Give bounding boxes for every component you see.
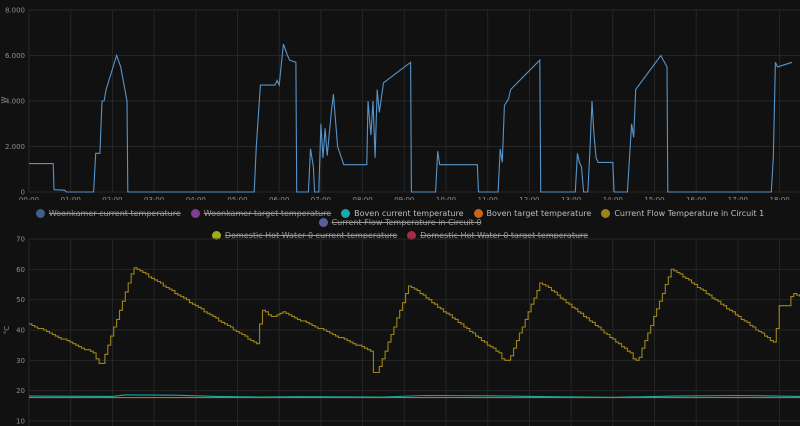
legend-label: Current Flow Temperature in Circuit 1: [614, 209, 765, 218]
legend-color-dot: [35, 209, 45, 218]
y-tick-label: 6.000: [5, 52, 25, 60]
x-tick-label: 15:00: [644, 196, 664, 200]
legend-item[interactable]: Current Flow Temperature in Circuit 0: [318, 218, 482, 227]
x-tick-label: 18:00: [770, 196, 790, 200]
x-tick-label: 03:00: [144, 196, 164, 200]
y-tick-label: 40: [16, 327, 25, 335]
legend-color-dot: [341, 209, 351, 218]
x-tick-label: 12:00: [519, 196, 539, 200]
y-tick-label: 10: [16, 418, 25, 426]
x-tick-label: 17:00: [728, 196, 748, 200]
x-tick-label: 09:00: [394, 196, 414, 200]
y-tick-label: 20: [16, 387, 25, 395]
x-tick-label: 07:00: [311, 196, 331, 200]
y-tick-label: 60: [16, 266, 25, 274]
y-axis-label: °C: [3, 326, 11, 335]
x-tick-label: 01:00: [61, 196, 81, 200]
x-tick-label: 08:00: [353, 196, 373, 200]
y-tick-label: 8.000: [5, 7, 25, 15]
legend-color-dot: [601, 209, 611, 218]
y-tick-label: 30: [16, 357, 25, 365]
x-tick-label: 06:00: [269, 196, 289, 200]
legend-color-dot: [473, 209, 483, 218]
legend-item[interactable]: Boven current temperature: [341, 209, 464, 218]
x-tick-label: 02:00: [102, 196, 122, 200]
x-tick-label: 13:00: [561, 196, 581, 200]
legend-color-dot: [318, 218, 328, 227]
y-tick-label: 0: [21, 189, 25, 197]
temperature-series-line: [29, 267, 800, 374]
x-tick-label: 10:00: [436, 196, 456, 200]
legend-item[interactable]: Woonkamer current temperature: [35, 209, 181, 218]
temperature-series-line: [28, 394, 800, 398]
y-tick-label: 50: [16, 296, 25, 304]
x-tick-label: 16:00: [686, 196, 706, 200]
y-axis-label: W: [0, 96, 8, 103]
x-tick-label: 04:00: [186, 196, 206, 200]
legend-label: Woonkamer current temperature: [48, 209, 181, 218]
legend-item[interactable]: Boven target temperature: [473, 209, 592, 218]
x-tick-label: 00:00: [19, 196, 39, 200]
y-tick-label: 70: [16, 236, 25, 244]
y-tick-label: 2.000: [5, 143, 25, 151]
legend-color-dot: [190, 209, 200, 218]
x-tick-label: 11:00: [478, 196, 498, 200]
legend-label: Woonkamer target temperature: [203, 209, 332, 218]
x-tick-label: 05:00: [227, 196, 247, 200]
legend-label: Boven target temperature: [486, 209, 592, 218]
legend-item[interactable]: Current Flow Temperature in Circuit 1: [601, 209, 764, 218]
power-chart: 00:00 01:00 02:00 03:00 04:00 05:00 06:00 07:00…: [0, 7, 800, 200]
x-tick-label: 14:00: [603, 196, 623, 200]
temperature-chart: 10 20 30 40 50 60 70 °C: [3, 236, 800, 426]
power-series-line: [29, 43, 793, 193]
legend-label: Boven current temperature: [354, 209, 464, 218]
legend-label: Current Flow Temperature in Circuit 0: [331, 218, 482, 227]
legend-item[interactable]: Woonkamer target temperature: [190, 209, 332, 218]
